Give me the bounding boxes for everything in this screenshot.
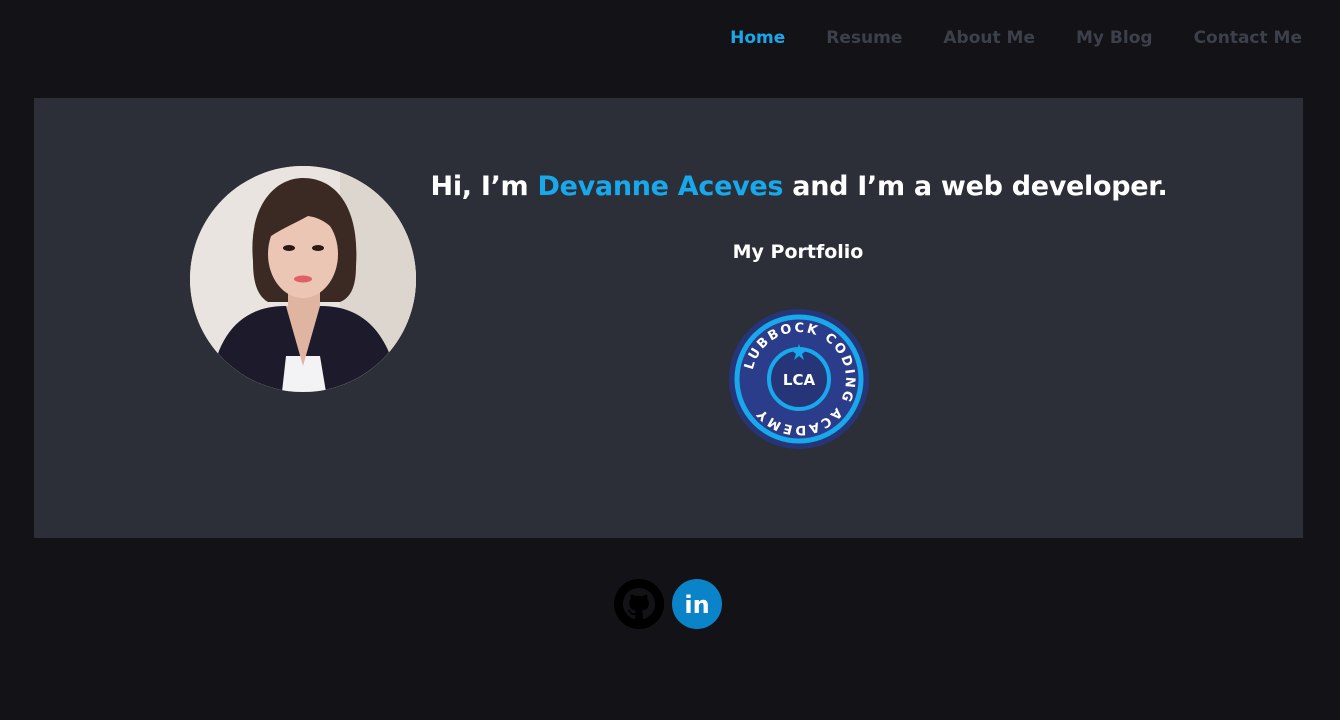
github-link[interactable] bbox=[614, 579, 664, 629]
page: Home Resume About Me My Blog Contact Me bbox=[0, 0, 1340, 720]
linkedin-link[interactable]: in bbox=[672, 579, 722, 629]
linkedin-icon-text: in bbox=[684, 591, 709, 619]
nav-my-blog[interactable]: My Blog bbox=[1076, 28, 1153, 48]
github-icon bbox=[614, 579, 664, 629]
lubbock-coding-academy-badge: LUBBOCK CODING ACADEMY LCA bbox=[728, 308, 870, 450]
headline-suffix: and I’m a web developer. bbox=[783, 171, 1168, 202]
developer-name: Devanne Aceves bbox=[537, 171, 784, 202]
nav-contact-me[interactable]: Contact Me bbox=[1194, 28, 1302, 48]
portfolio-subtitle: My Portfolio bbox=[732, 241, 864, 263]
hero-headline: Hi, I’m Devanne Aceves and I’m a web dev… bbox=[384, 171, 1214, 202]
nav-home[interactable]: Home bbox=[730, 28, 785, 48]
lca-badge-icon: LUBBOCK CODING ACADEMY LCA bbox=[729, 309, 869, 449]
badge-center-text: LCA bbox=[783, 371, 816, 389]
nav-resume[interactable]: Resume bbox=[826, 28, 902, 48]
nav-about-me[interactable]: About Me bbox=[943, 28, 1035, 48]
linkedin-icon: in bbox=[672, 579, 722, 629]
headline-prefix: Hi, I’m bbox=[430, 171, 538, 202]
hero-card: Hi, I’m Devanne Aceves and I’m a web dev… bbox=[34, 98, 1303, 538]
main-nav: Home Resume About Me My Blog Contact Me bbox=[730, 28, 1302, 48]
profile-photo bbox=[190, 166, 416, 392]
social-links: in bbox=[614, 579, 722, 629]
portrait-illustration bbox=[190, 166, 416, 392]
